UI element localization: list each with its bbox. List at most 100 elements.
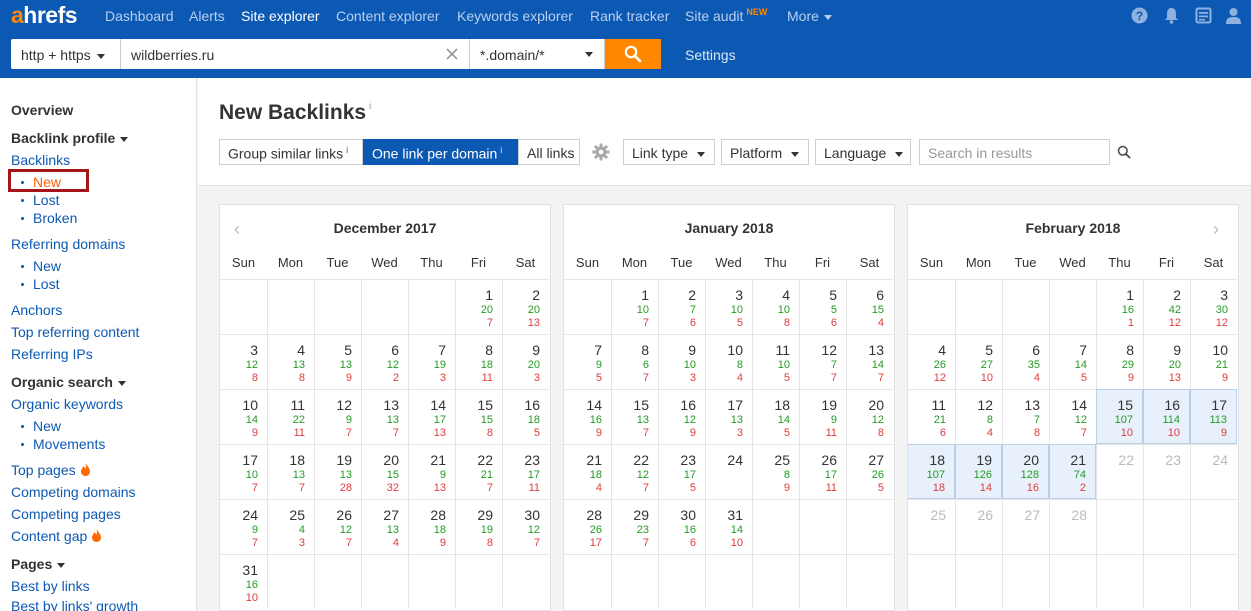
calendar-day-cell[interactable]: 5 13 9 <box>314 334 361 389</box>
calendar-day-cell[interactable]: 12 8 4 <box>955 389 1002 444</box>
calendar-day-cell[interactable]: 15 15 8 <box>455 389 502 444</box>
calendar-day-cell[interactable]: 17 13 3 <box>705 389 752 444</box>
sidebar-best-by-links-growth[interactable]: Best by links' growth <box>11 598 138 611</box>
all-links-button[interactable]: All links <box>518 139 580 165</box>
calendar-day-cell[interactable]: 18 107 18 <box>908 444 955 499</box>
calendar-day-cell[interactable]: 25 8 9 <box>752 444 799 499</box>
calendar-day-cell[interactable]: 795 <box>564 334 611 389</box>
calendar-day-cell[interactable]: 25 <box>908 499 955 554</box>
sidebar-rd-new[interactable]: New <box>20 258 61 274</box>
settings-link[interactable]: Settings <box>685 47 736 63</box>
calendar-day-cell[interactable]: 3 12 8 <box>220 334 267 389</box>
calendar-day-cell[interactable]: 18 13 7 <box>267 444 314 499</box>
help-icon[interactable]: ? <box>1131 7 1148 24</box>
calendar-day-cell[interactable]: 4 10 8 <box>752 279 799 334</box>
calendar-day-cell[interactable]: 10 21 9 <box>1190 334 1237 389</box>
calendar-day-cell[interactable]: 13 7 8 <box>1002 389 1049 444</box>
user-icon[interactable] <box>1225 7 1242 24</box>
calendar-day-cell[interactable]: 14 17 13 <box>408 389 455 444</box>
calendar-day-cell[interactable]: 5 27 10 <box>955 334 1002 389</box>
calendar-day-cell[interactable]: 20 12 8 <box>846 389 893 444</box>
calendar-day-cell[interactable]: 31 16 10 <box>220 554 267 609</box>
chevron-right-icon[interactable]: › <box>1213 219 1219 240</box>
calendar-day-cell[interactable]: 20 15 32 <box>361 444 408 499</box>
sidebar-backlinks-broken[interactable]: Broken <box>20 210 77 226</box>
calendar-day-cell[interactable]: 29 19 8 <box>455 499 502 554</box>
nav-rank-tracker[interactable]: Rank tracker <box>590 8 669 24</box>
calendar-day-cell[interactable]: 12 7 7 <box>799 334 846 389</box>
calendar-day-cell[interactable]: 19 9 11 <box>799 389 846 444</box>
calendar-day-cell[interactable]: 22 12 7 <box>611 444 658 499</box>
calendar-day-cell[interactable]: 7 19 3 <box>408 334 455 389</box>
calendar-day-cell[interactable]: 24 <box>1190 444 1237 499</box>
calendar-day-cell[interactable]: 8 18 11 <box>455 334 502 389</box>
calendar-day-cell[interactable]: 26 <box>955 499 1002 554</box>
sidebar-referring-domains[interactable]: Referring domains <box>11 236 125 252</box>
calendar-day-cell[interactable]: 14 12 7 <box>1049 389 1096 444</box>
calendar-day-cell[interactable]: 11 22 11 <box>267 389 314 444</box>
calendar-day-cell[interactable]: 6 15 4 <box>846 279 893 334</box>
calendar-day-cell[interactable]: 25 4 3 <box>267 499 314 554</box>
calendar-day-cell[interactable]: 26 12 7 <box>314 499 361 554</box>
calendar-day-cell[interactable]: 2 42 12 <box>1143 279 1190 334</box>
calendar-day-cell[interactable]: 6 35 4 <box>1002 334 1049 389</box>
sidebar-best-by-links[interactable]: Best by links <box>11 578 90 594</box>
calendar-day-cell[interactable]: 6 12 2 <box>361 334 408 389</box>
calendar-day-cell[interactable]: 28 <box>1049 499 1096 554</box>
sidebar-ok-movements[interactable]: Movements <box>20 436 105 452</box>
sidebar-anchors[interactable]: Anchors <box>11 302 62 318</box>
calendar-day-cell[interactable]: 30 16 6 <box>658 499 705 554</box>
calendar-day-cell[interactable]: 11 10 5 <box>752 334 799 389</box>
calendar-day-cell[interactable]: 23 <box>1143 444 1190 499</box>
sidebar-ok-new[interactable]: New <box>20 418 61 434</box>
bell-icon[interactable] <box>1163 7 1180 24</box>
sidebar-backlinks-lost[interactable]: Lost <box>20 192 59 208</box>
calendar-day-cell[interactable]: 4 26 12 <box>908 334 955 389</box>
nav-alerts[interactable]: Alerts <box>189 8 225 24</box>
sidebar-backlinks[interactable]: Backlinks <box>11 152 70 168</box>
sidebar-backlink-profile[interactable]: Backlink profile <box>11 130 129 146</box>
target-input[interactable]: wildberries.ru <box>121 39 470 69</box>
calendar-day-cell[interactable]: 21 9 13 <box>408 444 455 499</box>
calendar-day-cell[interactable]: 29 23 7 <box>611 499 658 554</box>
info-icon[interactable]: i <box>369 101 371 111</box>
gear-icon[interactable] <box>592 143 610 161</box>
calendar-day-cell[interactable]: 18 14 5 <box>752 389 799 444</box>
nav-site-explorer[interactable]: Site explorer <box>241 8 320 24</box>
sidebar-content-gap[interactable]: Content gap <box>11 528 102 544</box>
search-results-input[interactable]: Search in results <box>919 139 1131 165</box>
calendar-day-cell[interactable]: 8 29 9 <box>1096 334 1143 389</box>
nav-more[interactable]: More <box>787 8 832 24</box>
nav-content-explorer[interactable]: Content explorer <box>336 8 440 24</box>
calendar-day-cell[interactable]: 1 16 1 <box>1096 279 1143 334</box>
sidebar-overview[interactable]: Overview <box>11 102 73 118</box>
search-button[interactable] <box>605 39 661 69</box>
sidebar-competing-pages[interactable]: Competing pages <box>11 506 121 522</box>
nav-site-audit[interactable]: Site audit NEW <box>685 7 767 24</box>
sidebar-competing-domains[interactable]: Competing domains <box>11 484 136 500</box>
calendar-day-cell[interactable]: 28 26 17 <box>564 499 611 554</box>
protocol-select[interactable]: http + https <box>11 39 121 69</box>
calendar-day-cell[interactable]: 22 21 7 <box>455 444 502 499</box>
calendar-day-cell[interactable]: 10 8 4 <box>705 334 752 389</box>
sidebar-top-referring-content[interactable]: Top referring content <box>11 324 139 340</box>
calendar-day-cell[interactable]: 7 14 5 <box>1049 334 1096 389</box>
calendar-day-cell[interactable]: 3 10 5 <box>705 279 752 334</box>
clear-icon[interactable] <box>446 48 458 60</box>
platform-dropdown[interactable]: Platform <box>721 139 809 165</box>
calendar-day-cell[interactable]: 3 30 12 <box>1190 279 1237 334</box>
one-link-per-domain-button[interactable]: One link per domain i <box>363 139 518 165</box>
calendar-day-cell[interactable]: 11 21 6 <box>908 389 955 444</box>
calendar-day-cell[interactable]: 26 17 11 <box>799 444 846 499</box>
search-icon[interactable] <box>1117 145 1131 159</box>
calendar-day-cell[interactable]: 10 14 9 <box>220 389 267 444</box>
calendar-day-cell[interactable]: 21 74 2 <box>1049 444 1096 499</box>
calendar-day-cell[interactable]: 556 <box>799 279 846 334</box>
calendar-day-cell[interactable]: 23 17 11 <box>502 444 549 499</box>
calendar-day-cell[interactable]: 15 107 10 <box>1096 389 1143 444</box>
calendar-day-cell[interactable]: 21 18 4 <box>564 444 611 499</box>
group-similar-links-button[interactable]: Group similar links i <box>219 139 363 165</box>
sidebar-referring-ips[interactable]: Referring IPs <box>11 346 93 362</box>
ahrefs-logo[interactable]: ahrefs <box>11 2 78 29</box>
calendar-day-cell[interactable]: 31 14 10 <box>705 499 752 554</box>
